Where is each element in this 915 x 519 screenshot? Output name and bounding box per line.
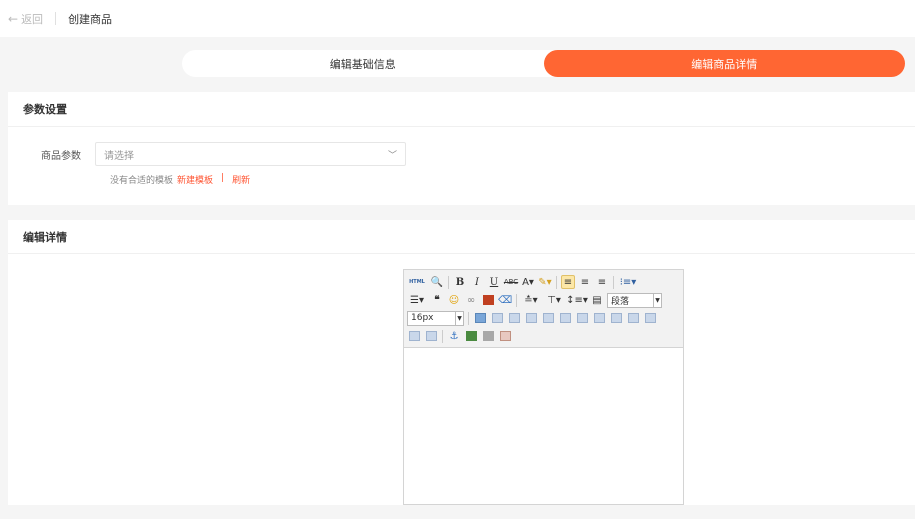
strikethrough-button[interactable]: ABC <box>504 275 518 289</box>
back-button[interactable]: ← 返回 <box>8 11 43 27</box>
italic-button[interactable]: I <box>470 275 484 289</box>
detail-section-title: 编辑详情 <box>8 220 915 254</box>
product-params-select[interactable]: 请选择 ﹀ <box>95 142 406 166</box>
back-label: 返回 <box>21 12 44 26</box>
print-icon[interactable] <box>481 329 495 343</box>
emoji-icon[interactable]: ☺ <box>447 293 461 307</box>
params-card: 参数设置 商品参数 请选择 ﹀ 没有合适的模板 新建模板 | 刷新 <box>8 92 915 205</box>
refresh-link[interactable]: 刷新 <box>232 173 250 186</box>
unordered-list-icon[interactable]: ☰▾ <box>407 293 427 307</box>
params-section-title: 参数设置 <box>8 92 915 127</box>
highlight-color-icon[interactable]: ✎▾ <box>538 275 552 289</box>
underline-button[interactable]: U <box>487 275 501 289</box>
bold-button[interactable]: B <box>453 275 467 289</box>
align-left-icon[interactable]: ≡ <box>561 275 575 289</box>
chevron-down-icon: ﹀ <box>387 150 397 161</box>
dropdown-arrow-icon: ▼ <box>653 293 661 307</box>
split-cells-icon[interactable] <box>609 311 623 325</box>
paragraph-select[interactable]: 段落 ▼ <box>607 292 662 308</box>
select-placeholder: 请选择 <box>104 150 134 162</box>
image-icon[interactable] <box>481 293 495 307</box>
merge-cells-icon[interactable] <box>592 311 606 325</box>
font-size-select[interactable]: 16px ▼ <box>407 310 464 326</box>
step-tabs: 编辑基础信息 编辑商品详情 <box>182 50 905 77</box>
split-col-icon[interactable] <box>424 329 438 343</box>
delete-col-icon[interactable] <box>575 311 589 325</box>
top-bar: ← 返回 创建商品 <box>0 0 915 37</box>
line-height-icon[interactable]: ≛▾ <box>521 293 541 307</box>
insert-image-icon[interactable] <box>464 329 478 343</box>
paragraph-spacing-icon[interactable]: ⊤▾ <box>544 293 564 307</box>
insert-col-right-icon[interactable] <box>558 311 572 325</box>
detail-card: 编辑详情 HTML 🔍 B I U ABC A▾ ✎▾ ≡ ≡ ≡ ⁝≡▾ ☰▾… <box>8 220 915 505</box>
product-params-label: 商品参数 <box>41 150 81 162</box>
new-template-link[interactable]: 新建模板 <box>177 173 213 186</box>
step-basic-info[interactable]: 编辑基础信息 <box>182 50 544 77</box>
product-params-row: 商品参数 请选择 ﹀ <box>8 142 406 166</box>
page-break-icon[interactable] <box>498 329 512 343</box>
rich-text-editor: HTML 🔍 B I U ABC A▾ ✎▾ ≡ ≡ ≡ ⁝≡▾ ☰▾ ❝ ☺ <box>403 269 684 505</box>
link-icon[interactable]: ∞ <box>464 293 478 307</box>
font-color-button[interactable]: A▾ <box>521 275 535 289</box>
delete-row-icon[interactable] <box>524 311 538 325</box>
cell-props-icon[interactable] <box>626 311 640 325</box>
eraser-icon[interactable]: ⌫ <box>498 293 512 307</box>
html-source-button[interactable]: HTML <box>407 275 427 289</box>
align-center-icon[interactable]: ≡ <box>578 275 592 289</box>
step-product-detail[interactable]: 编辑商品详情 <box>543 50 905 77</box>
insert-col-left-icon[interactable] <box>541 311 555 325</box>
insert-row-above-icon[interactable] <box>490 311 504 325</box>
align-right-icon[interactable]: ≡ <box>595 275 609 289</box>
back-arrow-icon: ← <box>8 11 19 26</box>
header-divider <box>55 12 57 25</box>
insert-row-below-icon[interactable] <box>507 311 521 325</box>
indent-icon[interactable]: ↕≡▾ <box>566 293 588 307</box>
editor-toolbar: HTML 🔍 B I U ABC A▾ ✎▾ ≡ ≡ ≡ ⁝≡▾ ☰▾ ❝ ☺ <box>404 270 683 348</box>
link-separator: | <box>221 173 225 183</box>
ordered-list-icon[interactable]: ⁝≡▾ <box>618 275 638 289</box>
format-icon[interactable]: ▤ <box>590 293 604 307</box>
editor-content-area[interactable] <box>404 348 683 504</box>
hint-text: 没有合适的模板 <box>110 176 174 186</box>
blockquote-icon[interactable]: ❝ <box>430 293 444 307</box>
page-title: 创建商品 <box>68 12 113 26</box>
anchor-icon[interactable]: ⚓ <box>447 329 461 343</box>
dropdown-arrow-icon: ▼ <box>455 311 463 325</box>
template-hint: 没有合适的模板 新建模板 | 刷新 <box>110 173 250 186</box>
insert-table-icon[interactable] <box>473 311 487 325</box>
table-props-icon[interactable] <box>643 311 657 325</box>
split-row-icon[interactable] <box>407 329 421 343</box>
preview-icon[interactable]: 🔍 <box>430 275 444 289</box>
